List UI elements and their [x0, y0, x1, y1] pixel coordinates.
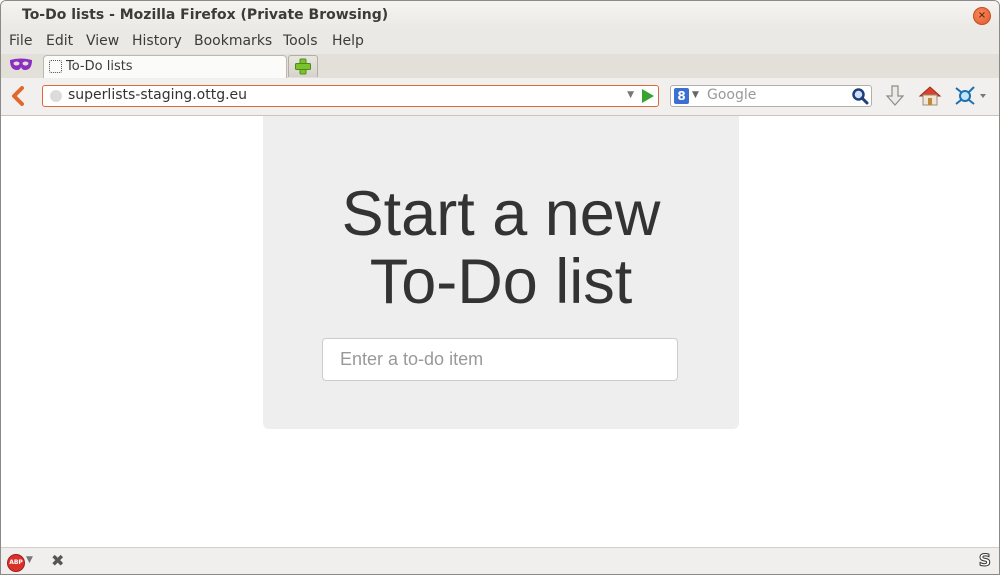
menu-bar: File Edit View History Bookmarks Tools H…	[1, 30, 999, 54]
go-arrow-icon[interactable]	[642, 89, 654, 103]
menu-bookmarks[interactable]: Bookmarks	[194, 33, 272, 49]
close-icon: ×	[977, 10, 987, 21]
tab-label: To-Do lists	[66, 59, 133, 74]
add-on-bar: ABP ▼ ✖ S	[1, 547, 999, 574]
private-browsing-mask-icon	[10, 58, 32, 70]
magnifier-icon[interactable]	[851, 87, 869, 105]
plus-icon	[295, 58, 311, 75]
menu-file[interactable]: File	[9, 33, 32, 49]
title-bar: To-Do lists - Mozilla Firefox (Private B…	[1, 1, 999, 30]
jumbotron: Start a new To-Do list	[263, 116, 739, 429]
headline-line: To-Do list	[369, 247, 633, 317]
globe-icon	[50, 90, 62, 102]
search-placeholder[interactable]: Google	[707, 87, 756, 103]
s-addon-icon[interactable]: S	[978, 551, 991, 572]
download-arrow-icon[interactable]	[883, 84, 907, 108]
navigation-toolbar: superlists-staging.ottg.eu ▼ 8 ▼ Google	[1, 78, 999, 116]
menu-history[interactable]: History	[132, 33, 182, 49]
adblock-plus-icon[interactable]: ABP	[7, 554, 25, 572]
default-favicon-icon	[49, 60, 62, 73]
new-tab-button[interactable]	[288, 55, 318, 77]
window-title: To-Do lists - Mozilla Firefox (Private B…	[22, 7, 389, 23]
menu-help[interactable]: Help	[332, 33, 364, 49]
home-icon[interactable]	[918, 84, 942, 108]
search-bar[interactable]: 8 ▼ Google	[670, 85, 872, 107]
menu-tools[interactable]: Tools	[283, 33, 318, 49]
menu-edit[interactable]: Edit	[46, 33, 73, 49]
adblock-dropdown-icon[interactable]: ▼	[26, 555, 33, 565]
page-headline: Start a new To-Do list	[263, 180, 739, 316]
headline-line: Start a new	[341, 179, 661, 249]
network-addon-icon[interactable]	[953, 84, 987, 108]
back-arrow-icon[interactable]	[9, 86, 27, 106]
url-bar[interactable]: superlists-staging.ottg.eu ▼	[42, 85, 659, 107]
tab-bar: To-Do lists	[1, 54, 999, 79]
search-engine-dropdown-icon[interactable]: ▼	[692, 90, 699, 100]
browser-window: To-Do lists - Mozilla Firefox (Private B…	[0, 0, 1000, 575]
url-history-dropdown-icon[interactable]: ▼	[627, 90, 634, 100]
google-engine-icon[interactable]: 8	[674, 88, 689, 104]
url-text[interactable]: superlists-staging.ottg.eu	[68, 87, 247, 103]
new-item-input[interactable]	[322, 338, 678, 381]
window-close-button[interactable]: ×	[973, 7, 991, 25]
close-addon-bar-icon[interactable]: ✖	[51, 551, 64, 570]
menu-view[interactable]: View	[86, 33, 119, 49]
tab-todo-lists[interactable]: To-Do lists	[43, 55, 287, 78]
page-content: Start a new To-Do list	[1, 116, 999, 547]
